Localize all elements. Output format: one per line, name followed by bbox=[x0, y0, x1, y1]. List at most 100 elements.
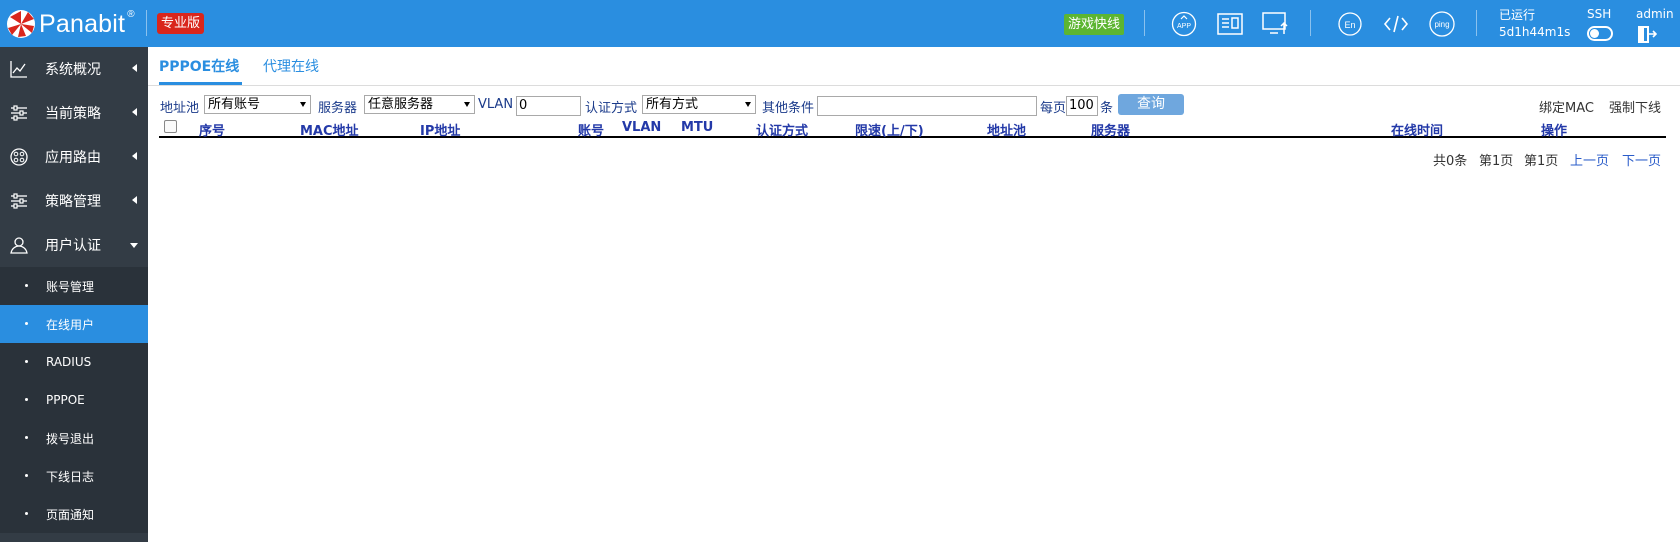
sidebar-subitem-dialup-exit[interactable]: 拨号退出 bbox=[0, 419, 148, 457]
column-header-pool[interactable]: 地址池 bbox=[987, 120, 1026, 139]
divider bbox=[1476, 10, 1477, 36]
sidebar-subitem-label: 页面通知 bbox=[46, 507, 95, 522]
pool-label: 地址池 bbox=[160, 101, 200, 116]
svg-text:En: En bbox=[1344, 20, 1355, 30]
bind-mac-link[interactable]: 绑定MAC bbox=[1539, 97, 1594, 116]
dropdown-arrow-icon bbox=[300, 102, 306, 107]
sliders-icon bbox=[11, 105, 27, 121]
logout-icon[interactable] bbox=[1637, 26, 1658, 47]
sidebar-subitem-label: RADIUS bbox=[46, 355, 92, 369]
brand-name: Panabit bbox=[39, 9, 126, 38]
sidebar-subitem-pppoe[interactable]: PPPOE bbox=[0, 381, 148, 419]
sidebar-subitem-online-users[interactable]: 在线用户 bbox=[0, 305, 148, 343]
en-language-icon[interactable]: En bbox=[1336, 10, 1364, 38]
sidebar-item-label: 应用路由 bbox=[45, 150, 101, 166]
column-header-online-time[interactable]: 在线时间 bbox=[1391, 120, 1443, 139]
sidebar-subitem-account-management[interactable]: 账号管理 bbox=[0, 267, 148, 305]
collapse-arrow-icon bbox=[132, 108, 137, 116]
sidebar: 系统概况 当前策略 应用路由 策略管理 用户认证 账号管理 在线用户 RADIU… bbox=[0, 47, 148, 542]
divider bbox=[1144, 10, 1145, 36]
table-header: 序号 MAC地址 IP地址 账号 VLAN MTU 认证方式 限速(上/下) 地… bbox=[159, 115, 1666, 139]
user-icon bbox=[10, 237, 28, 254]
user-name: admin bbox=[1636, 7, 1674, 21]
select-all-checkbox[interactable] bbox=[164, 120, 177, 133]
sidebar-subitem-radius[interactable]: RADIUS bbox=[0, 343, 148, 381]
bullet-icon bbox=[25, 436, 28, 439]
sidebar-subitem-page-notice[interactable]: 页面通知 bbox=[0, 495, 148, 533]
pager-page-total: 第1页 bbox=[1524, 154, 1559, 169]
tab-pppoe-online[interactable]: PPPOE在线 bbox=[159, 56, 239, 76]
tab-bar: PPPOE在线 代理在线 bbox=[148, 47, 1680, 86]
column-header-mac[interactable]: MAC地址 bbox=[300, 120, 359, 139]
sidebar-item-label: 用户认证 bbox=[45, 238, 101, 254]
svg-text:APP: APP bbox=[1177, 23, 1191, 30]
sidebar-subitem-label: PPPOE bbox=[46, 393, 85, 407]
pager-prev[interactable]: 上一页 bbox=[1570, 150, 1609, 169]
vlan-label: VLAN bbox=[478, 97, 514, 112]
other-label: 其他条件 bbox=[762, 101, 815, 116]
server-select[interactable]: 任意服务器 bbox=[364, 95, 475, 114]
force-offline-link[interactable]: 强制下线 bbox=[1609, 97, 1661, 116]
edition-badge: 专业版 bbox=[157, 13, 205, 34]
column-header-account[interactable]: 账号 bbox=[578, 120, 604, 139]
tab-proxy-online[interactable]: 代理在线 bbox=[263, 56, 319, 76]
fast-game-button[interactable]: 游戏快线 bbox=[1064, 14, 1125, 35]
other-conditions-input[interactable] bbox=[817, 96, 1037, 116]
bullet-icon bbox=[25, 398, 28, 401]
column-header-auth-method[interactable]: 认证方式 bbox=[756, 120, 808, 139]
svg-text:ping: ping bbox=[1434, 20, 1449, 29]
column-header-mtu[interactable]: MTU bbox=[681, 120, 713, 135]
monitor-upload-icon[interactable] bbox=[1262, 10, 1290, 38]
per-page-input[interactable]: 100 bbox=[1066, 96, 1098, 116]
bullet-icon bbox=[25, 512, 28, 515]
divider bbox=[146, 10, 147, 36]
auth-select[interactable]: 所有方式 bbox=[642, 95, 756, 114]
column-header-server[interactable]: 服务器 bbox=[1091, 120, 1130, 139]
code-icon[interactable] bbox=[1382, 10, 1410, 38]
bullet-icon bbox=[25, 360, 28, 363]
expand-arrow-icon bbox=[130, 243, 138, 248]
sidebar-item-label: 策略管理 bbox=[45, 194, 101, 210]
app-icon[interactable]: APP bbox=[1170, 10, 1198, 38]
sidebar-item-system-overview[interactable]: 系统概况 bbox=[0, 47, 148, 91]
pager-next[interactable]: 下一页 bbox=[1622, 150, 1661, 169]
bullet-icon bbox=[25, 322, 28, 325]
dropdown-arrow-icon bbox=[745, 102, 751, 107]
server-label: 服务器 bbox=[318, 101, 358, 116]
user-auth-submenu: 账号管理 在线用户 RADIUS PPPOE 拨号退出 下线日志 页面通知 bbox=[0, 267, 148, 533]
ssh-toggle[interactable] bbox=[1587, 26, 1613, 41]
sidebar-subitem-label: 账号管理 bbox=[46, 279, 95, 294]
column-header-rate-limit[interactable]: 限速(上/下) bbox=[855, 120, 924, 139]
top-bar: Panabit ® 专业版 游戏快线 APP En ping 已运行 5d1h4… bbox=[0, 0, 1680, 47]
pager-page: 第1页 bbox=[1479, 154, 1514, 169]
ssh-label: SSH bbox=[1587, 7, 1612, 21]
column-header-actions: 操作 bbox=[1541, 124, 1568, 139]
panabit-logo[interactable]: Panabit ® bbox=[6, 6, 135, 42]
query-button[interactable]: 查询 bbox=[1118, 94, 1184, 115]
chart-line-icon bbox=[10, 61, 27, 78]
sidebar-item-policy-management[interactable]: 策略管理 bbox=[0, 179, 148, 223]
pool-select[interactable]: 所有账号 bbox=[204, 95, 311, 114]
uptime: 已运行 5d1h44m1s bbox=[1499, 7, 1570, 41]
divider bbox=[1310, 10, 1311, 36]
sidebar-item-user-auth[interactable]: 用户认证 bbox=[0, 223, 148, 267]
pager-total: 共0条 bbox=[1433, 154, 1468, 169]
route-icon bbox=[10, 148, 28, 166]
news-icon[interactable] bbox=[1216, 10, 1244, 38]
logo-mark-icon bbox=[7, 10, 35, 38]
collapse-arrow-icon bbox=[132, 152, 137, 160]
per-page-label: 每页 bbox=[1040, 101, 1067, 116]
sidebar-item-app-routing[interactable]: 应用路由 bbox=[0, 135, 148, 179]
sidebar-item-label: 当前策略 bbox=[45, 106, 101, 122]
vlan-input[interactable]: 0 bbox=[516, 96, 581, 116]
column-header-vlan[interactable]: VLAN bbox=[622, 120, 661, 135]
column-header-index[interactable]: 序号 bbox=[199, 120, 225, 139]
column-header-ip[interactable]: IP地址 bbox=[420, 120, 460, 139]
sliders-icon bbox=[11, 193, 27, 209]
sidebar-item-current-policy[interactable]: 当前策略 bbox=[0, 91, 148, 135]
sidebar-subitem-offline-log[interactable]: 下线日志 bbox=[0, 457, 148, 495]
ping-icon[interactable]: ping bbox=[1428, 10, 1456, 38]
uptime-value: 5d1h44m1s bbox=[1499, 25, 1571, 39]
main-content: PPPOE在线 代理在线 地址池 所有账号 服务器 任意服务器 VLAN 0 认… bbox=[148, 47, 1680, 542]
auth-label: 认证方式 bbox=[585, 101, 638, 116]
